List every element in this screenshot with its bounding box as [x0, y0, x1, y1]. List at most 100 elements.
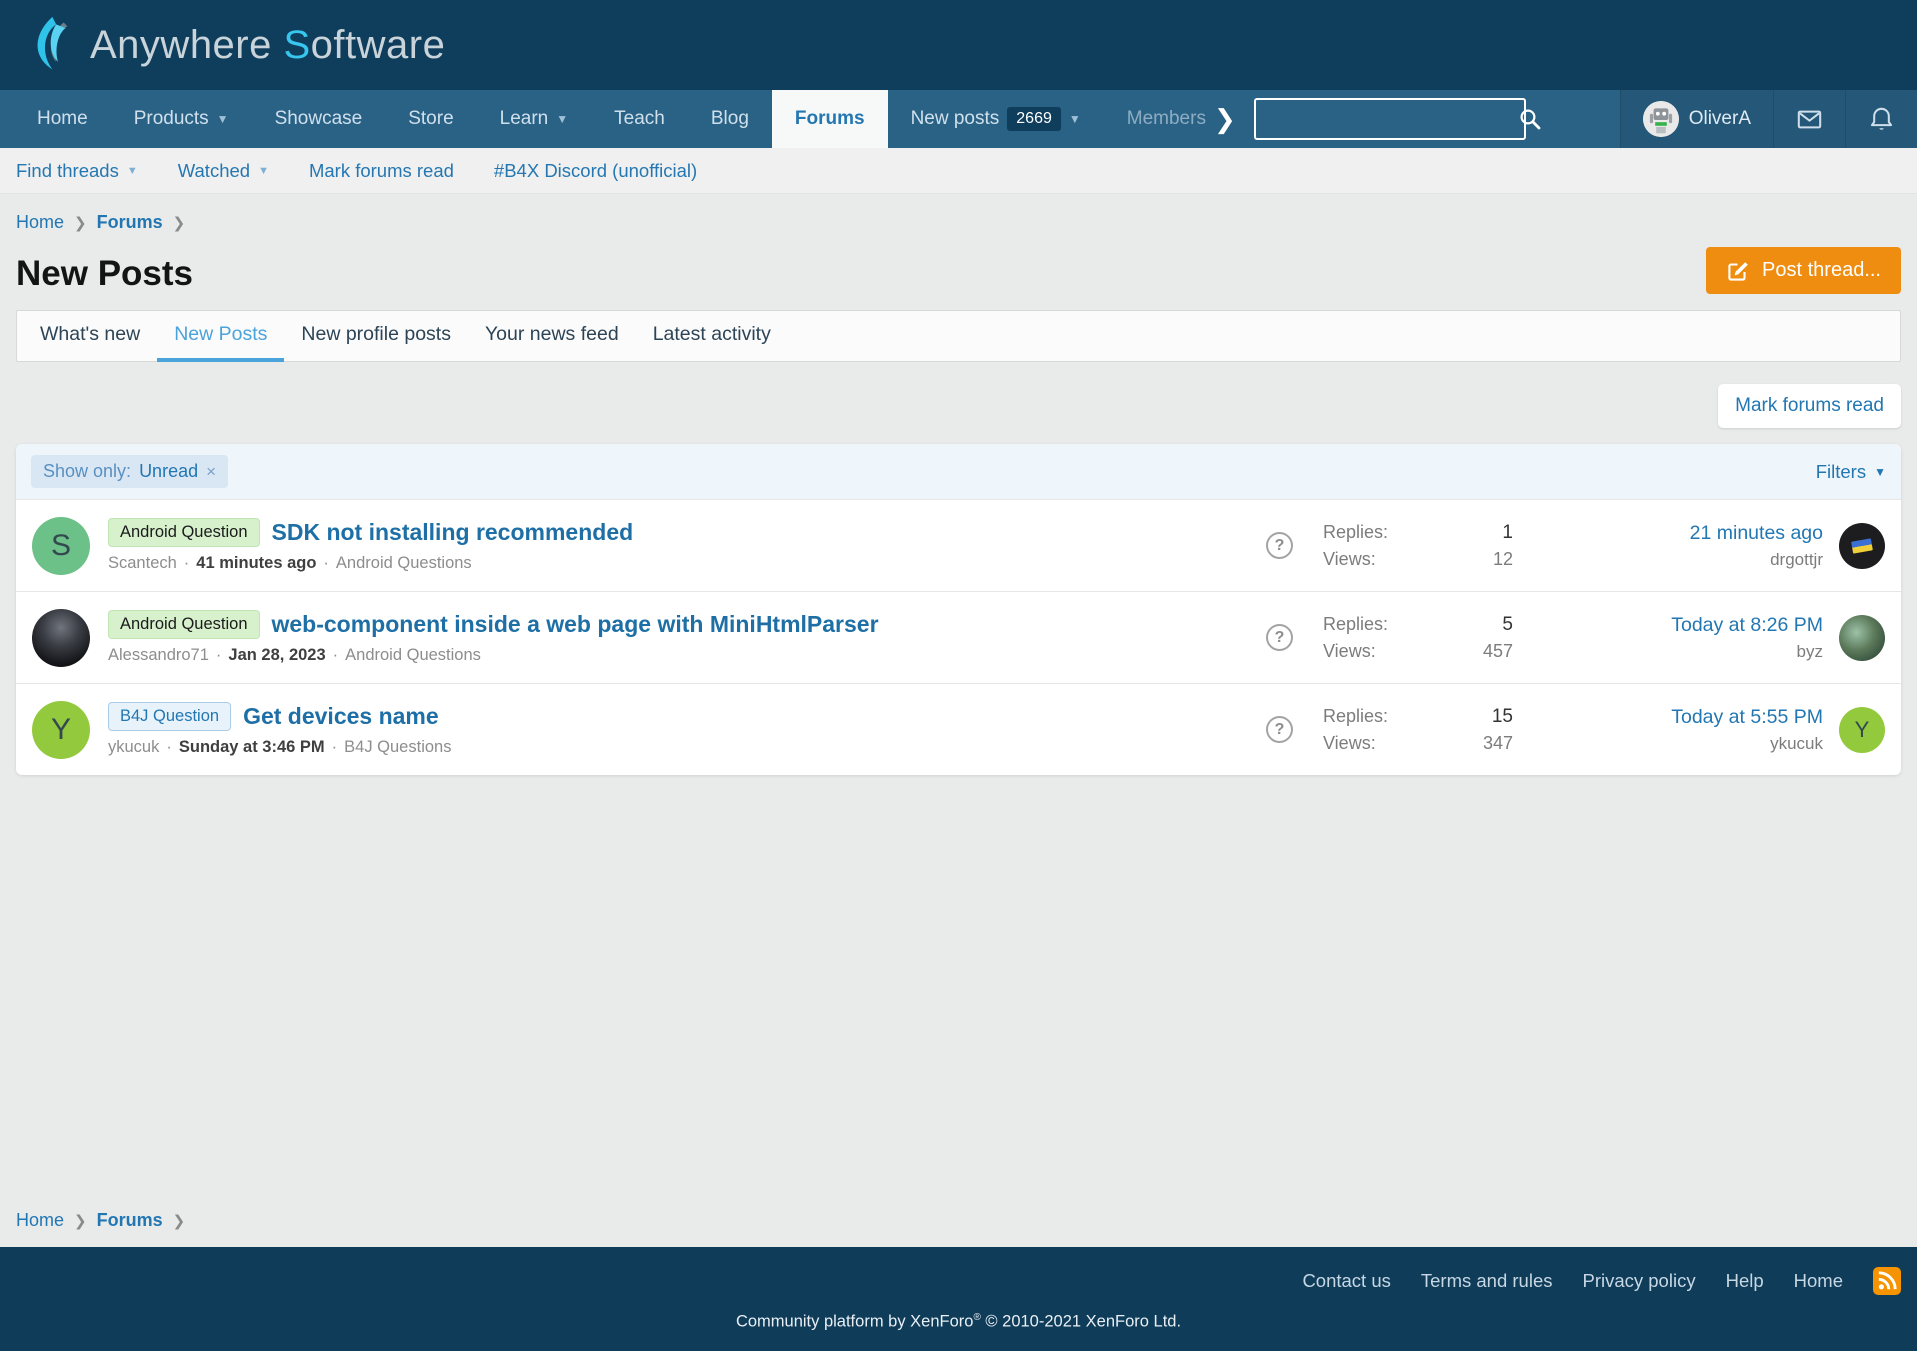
- envelope-icon: [1796, 106, 1823, 133]
- thread-prefix-badge[interactable]: Android Question: [108, 610, 260, 639]
- footer-help[interactable]: Help: [1726, 1270, 1764, 1292]
- replies-count: 15: [1397, 706, 1513, 728]
- thread-forum-link[interactable]: Android Questions: [336, 554, 472, 573]
- nav-learn[interactable]: Learn▼: [477, 90, 592, 148]
- forum-subnav: Find threads▼ Watched▼ Mark forums read …: [0, 148, 1917, 194]
- thread-main: Android Question web-component inside a …: [108, 610, 879, 665]
- breadcrumb-forums[interactable]: Forums: [97, 212, 163, 233]
- question-circle-icon: ?: [1266, 532, 1293, 559]
- search-input[interactable]: [1256, 100, 1508, 138]
- avatar[interactable]: S: [32, 517, 90, 575]
- breadcrumb-home[interactable]: Home: [16, 1210, 64, 1231]
- breadcrumb-separator-icon: ❯: [74, 214, 87, 232]
- thread-row: Android Question web-component inside a …: [16, 591, 1901, 683]
- rss-icon[interactable]: [1873, 1267, 1901, 1295]
- nav-showcase[interactable]: Showcase: [252, 90, 386, 148]
- question-circle-icon: ?: [1266, 624, 1293, 651]
- filters-dropdown[interactable]: Filters▼: [1816, 461, 1886, 483]
- thread-stats: Replies: 1 Views: 12: [1323, 522, 1513, 570]
- breadcrumb-home[interactable]: Home: [16, 212, 64, 233]
- footer-contact-us[interactable]: Contact us: [1302, 1270, 1390, 1292]
- views-count: 12: [1397, 549, 1513, 570]
- user-menu[interactable]: OliverA: [1620, 90, 1773, 148]
- thread-row: S Android Question SDK not installing re…: [16, 499, 1901, 591]
- subnav-discord-link[interactable]: #B4X Discord (unofficial): [494, 160, 697, 182]
- breadcrumb: Home ❯ Forums ❯: [16, 212, 1901, 233]
- filter-chip-unread[interactable]: Show only: Unread ×: [31, 455, 228, 488]
- nav-members[interactable]: Members: [1104, 90, 1212, 148]
- edit-pencil-icon: [1726, 259, 1750, 283]
- last-post-info: Today at 8:26 PM byz: [1583, 614, 1823, 662]
- last-post-time-link[interactable]: Today at 8:26 PM: [1671, 614, 1823, 636]
- site-header: Anywhere Software: [0, 0, 1917, 90]
- caret-down-icon: ▼: [127, 165, 138, 177]
- search-icon: [1518, 107, 1542, 131]
- last-post-avatar[interactable]: Y: [1839, 707, 1885, 753]
- username: OliverA: [1689, 108, 1751, 130]
- site-logo[interactable]: Anywhere Software: [28, 14, 445, 76]
- tab-whats-new[interactable]: What's new: [23, 311, 157, 362]
- alerts-button[interactable]: [1845, 90, 1917, 148]
- thread-meta: Scantech·41 minutes ago·Android Question…: [108, 554, 633, 573]
- subnav-watched[interactable]: Watched▼: [178, 160, 269, 182]
- question-circle-icon: ?: [1266, 716, 1293, 743]
- thread-author-link[interactable]: Scantech: [108, 554, 177, 573]
- main-navigation: Home Products▼ Showcase Store Learn▼ Tea…: [0, 90, 1917, 148]
- thread-list: Show only: Unread × Filters▼ S Android Q…: [16, 444, 1901, 775]
- breadcrumb-separator-icon: ❯: [74, 1212, 87, 1230]
- nav-scroll-chevron-icon[interactable]: ❯: [1212, 90, 1246, 148]
- footer-links: Contact us Terms and rules Privacy polic…: [16, 1267, 1901, 1295]
- footer-privacy[interactable]: Privacy policy: [1582, 1270, 1695, 1292]
- thread-prefix-badge[interactable]: B4J Question: [108, 702, 231, 731]
- logo-flame-icon: [28, 14, 88, 76]
- page-title: New Posts: [16, 254, 193, 294]
- avatar[interactable]: Y: [32, 701, 90, 759]
- title-row: New Posts Post thread...: [16, 247, 1901, 294]
- tab-your-news-feed[interactable]: Your news feed: [468, 311, 636, 362]
- views-count: 457: [1397, 641, 1513, 662]
- breadcrumb-forums[interactable]: Forums: [97, 1210, 163, 1231]
- thread-stats: Replies: 15 Views: 347: [1323, 706, 1513, 754]
- mark-forums-read-button[interactable]: Mark forums read: [1718, 384, 1901, 428]
- subnav-mark-forums-read[interactable]: Mark forums read: [309, 160, 454, 182]
- tab-new-posts[interactable]: New Posts: [157, 311, 284, 362]
- nav-store[interactable]: Store: [385, 90, 476, 148]
- nav-products[interactable]: Products▼: [111, 90, 252, 148]
- last-post-author: drgottjr: [1583, 550, 1823, 570]
- nav-teach[interactable]: Teach: [591, 90, 688, 148]
- tab-new-profile-posts[interactable]: New profile posts: [284, 311, 468, 362]
- nav-forums[interactable]: Forums: [772, 90, 888, 148]
- search-button[interactable]: [1508, 107, 1552, 131]
- thread-forum-link[interactable]: Android Questions: [345, 646, 481, 665]
- main-content: Home ❯ Forums ❯ New Posts Post thread...…: [0, 194, 1917, 1247]
- thread-title-link[interactable]: SDK not installing recommended: [272, 519, 634, 546]
- subnav-find-threads[interactable]: Find threads▼: [16, 160, 138, 182]
- breadcrumb-separator-icon: ❯: [173, 1212, 186, 1230]
- footer-copyright: Community platform by XenForo® © 2010-20…: [16, 1312, 1901, 1332]
- thread-author-link[interactable]: Alessandro71: [108, 646, 209, 665]
- thread-author-link[interactable]: ykucuk: [108, 738, 159, 757]
- filter-bar: Show only: Unread × Filters▼: [16, 444, 1901, 499]
- last-post-time-link[interactable]: 21 minutes ago: [1690, 522, 1823, 544]
- footer-home[interactable]: Home: [1794, 1270, 1843, 1292]
- last-post-time-link[interactable]: Today at 5:55 PM: [1671, 706, 1823, 728]
- nav-new-posts[interactable]: New posts 2669 ▼: [888, 90, 1104, 148]
- thread-forum-link[interactable]: B4J Questions: [344, 738, 451, 757]
- thread-row: Y B4J Question Get devices name ykucuk·S…: [16, 683, 1901, 775]
- thread-title-link[interactable]: Get devices name: [243, 703, 439, 730]
- new-posts-count-badge: 2669: [1007, 107, 1061, 131]
- avatar[interactable]: [32, 609, 90, 667]
- thread-prefix-badge[interactable]: Android Question: [108, 518, 260, 547]
- last-post-avatar[interactable]: [1839, 523, 1885, 569]
- replies-count: 1: [1397, 522, 1513, 544]
- nav-blog[interactable]: Blog: [688, 90, 772, 148]
- remove-filter-icon[interactable]: ×: [206, 462, 216, 482]
- tab-latest-activity[interactable]: Latest activity: [636, 311, 788, 362]
- post-thread-button[interactable]: Post thread...: [1706, 247, 1901, 294]
- inbox-button[interactable]: [1773, 90, 1845, 148]
- nav-home[interactable]: Home: [14, 90, 111, 148]
- tab-strip: What's new New Posts New profile posts Y…: [16, 310, 1901, 362]
- thread-title-link[interactable]: web-component inside a web page with Min…: [272, 611, 879, 638]
- footer-terms[interactable]: Terms and rules: [1421, 1270, 1553, 1292]
- last-post-avatar[interactable]: [1839, 615, 1885, 661]
